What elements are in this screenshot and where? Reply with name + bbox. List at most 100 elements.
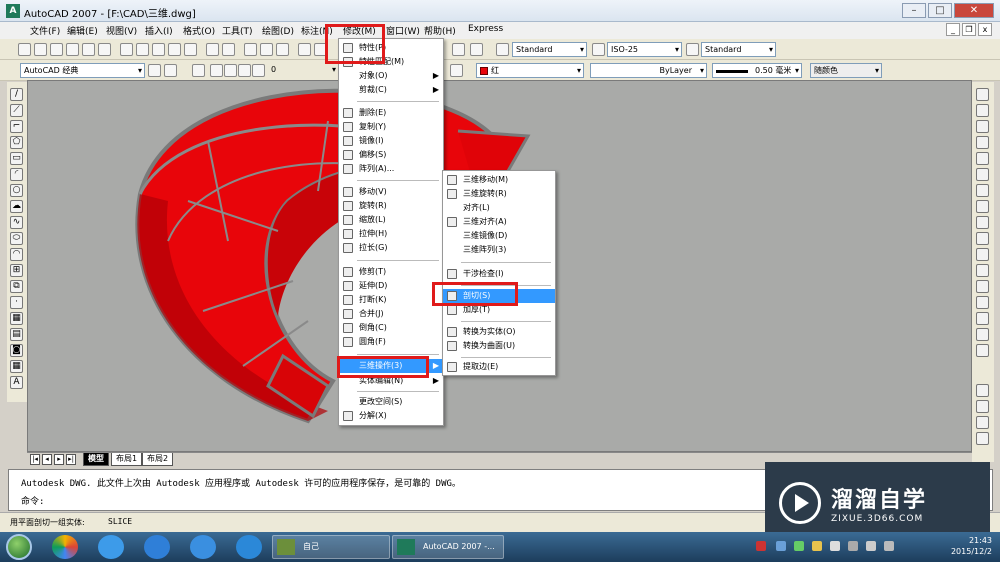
menu-item-convert-to-surface[interactable]: 转换为曲面(U)	[443, 339, 555, 353]
layer-select[interactable]: 0	[268, 63, 338, 78]
menu-view[interactable]: 视图(V)	[106, 24, 137, 37]
minimize-button[interactable]: –	[902, 3, 926, 18]
line-icon[interactable]: /	[10, 88, 23, 101]
layer-manager-icon[interactable]	[192, 64, 205, 77]
erase-icon[interactable]	[976, 88, 989, 101]
tab-layout2[interactable]: 布局2	[142, 453, 174, 466]
menu-item-3d-rotate[interactable]: 三维旋转(R)	[443, 187, 555, 201]
match-properties-icon[interactable]	[168, 43, 181, 56]
dim-style-select[interactable]: ISO-25	[607, 42, 682, 57]
zoom-realtime-icon[interactable]	[260, 43, 273, 56]
menu-item-offset[interactable]: 偏移(S)	[339, 148, 443, 162]
offset-icon[interactable]	[976, 136, 989, 149]
doc-restore-icon[interactable]: ❐	[962, 23, 976, 36]
workspace-select[interactable]: AutoCAD 经典	[20, 63, 145, 78]
copy-icon[interactable]	[136, 43, 149, 56]
construction-line-icon[interactable]: ⟋	[10, 104, 23, 117]
menu-item-extract-edges[interactable]: 提取边(E)	[443, 360, 555, 374]
help-icon[interactable]	[470, 43, 483, 56]
menu-item-stretch[interactable]: 拉伸(H)	[339, 227, 443, 241]
menu-item-lengthen[interactable]: 拉长(G)	[339, 241, 443, 255]
autocad-app-icon[interactable]: A	[6, 4, 20, 18]
bring-to-front-icon[interactable]	[976, 400, 989, 413]
tray-battery-icon[interactable]	[884, 541, 894, 551]
menu-item-rotate[interactable]: 旋转(R)	[339, 199, 443, 213]
video-player-icon[interactable]	[236, 535, 262, 559]
menu-item-interference[interactable]: 干涉检查(I)	[443, 267, 555, 281]
circle-icon[interactable]: ○	[10, 184, 23, 197]
ellipse-icon[interactable]: ⬭	[10, 232, 23, 245]
region-icon[interactable]: ◙	[10, 344, 23, 357]
ellipse-arc-icon[interactable]: ◠	[10, 248, 23, 261]
tray-flag-icon[interactable]	[866, 541, 876, 551]
menu-item-array[interactable]: 阵列(A)...	[339, 162, 443, 176]
tray-network-icon[interactable]	[794, 541, 804, 551]
gradient-icon[interactable]: ▤	[10, 328, 23, 341]
tray-app-icon[interactable]	[756, 541, 766, 551]
menu-item-mirror[interactable]: 镜像(I)	[339, 134, 443, 148]
insert-block-icon[interactable]: ⊞	[10, 264, 23, 277]
doc-close-icon[interactable]: x	[978, 23, 992, 36]
bring-above-icon[interactable]	[976, 432, 989, 445]
move-icon[interactable]	[976, 168, 989, 181]
draw-order-icon[interactable]	[976, 384, 989, 397]
mirror-icon[interactable]	[976, 120, 989, 133]
break-at-point-icon[interactable]	[976, 264, 989, 277]
menu-tools[interactable]: 工具(T)	[222, 24, 253, 37]
revision-cloud-icon[interactable]: ☁	[10, 200, 23, 213]
tab-model[interactable]: 模型	[83, 453, 109, 466]
tray-folder-icon[interactable]	[812, 541, 822, 551]
menu-item-copy[interactable]: 复制(Y)	[339, 120, 443, 134]
workspace-save-icon[interactable]	[164, 64, 177, 77]
chamfer-icon[interactable]	[976, 312, 989, 325]
maximize-button[interactable]: □	[928, 3, 952, 18]
plotstyle-select[interactable]: 随颜色	[810, 63, 882, 78]
arc-icon[interactable]: ◜	[10, 168, 23, 181]
tab-last-icon[interactable]: ▸|	[66, 454, 76, 465]
redo-icon[interactable]	[222, 43, 235, 56]
menu-item-convert-to-solid[interactable]: 转换为实体(O)	[443, 325, 555, 339]
menu-item-break[interactable]: 打断(K)	[339, 293, 443, 307]
stretch-icon[interactable]	[976, 216, 989, 229]
menu-item-chamfer[interactable]: 倒角(C)	[339, 321, 443, 335]
menu-item-trim[interactable]: 修剪(T)	[339, 265, 443, 279]
taskbar-button-folder[interactable]: 自己	[272, 535, 390, 559]
menu-item-clip[interactable]: 剪裁(C) ▶	[339, 83, 443, 97]
copy-object-icon[interactable]	[976, 104, 989, 117]
command-prompt[interactable]: 命令:	[21, 494, 44, 507]
tab-prev-icon[interactable]: ◂	[42, 454, 52, 465]
new-icon[interactable]	[18, 43, 31, 56]
multiline-text-icon[interactable]: A	[10, 376, 23, 389]
calculator-icon[interactable]	[452, 43, 465, 56]
menu-item-3d-array[interactable]: 三维阵列(3)	[443, 243, 555, 257]
point-icon[interactable]: ·	[10, 296, 23, 309]
zoom-window-icon[interactable]	[276, 43, 289, 56]
menu-item-scale[interactable]: 缩放(L)	[339, 213, 443, 227]
menu-draw[interactable]: 绘图(D)	[262, 24, 294, 37]
menu-item-fillet[interactable]: 圆角(F)	[339, 335, 443, 349]
table-icon[interactable]: ▦	[10, 360, 23, 373]
menu-express[interactable]: Express	[468, 24, 503, 34]
close-button[interactable]: ✕	[954, 3, 994, 18]
join-icon[interactable]	[976, 296, 989, 309]
menu-item-extend[interactable]: 延伸(D)	[339, 279, 443, 293]
menu-insert[interactable]: 插入(I)	[145, 24, 173, 37]
tab-next-icon[interactable]: ▸	[54, 454, 64, 465]
menu-item-move[interactable]: 移动(V)	[339, 185, 443, 199]
shield-icon[interactable]	[190, 535, 216, 559]
browser-icon[interactable]	[52, 535, 78, 559]
k-app-icon[interactable]	[144, 535, 170, 559]
pan-icon[interactable]	[244, 43, 257, 56]
doc-minimize-icon[interactable]: _	[946, 23, 960, 36]
publish-icon[interactable]	[98, 43, 111, 56]
make-block-icon[interactable]: ⧉	[10, 280, 23, 293]
taskbar-button-autocad[interactable]: AutoCAD 2007 -...	[392, 535, 504, 559]
menu-window[interactable]: 窗口(W)	[386, 24, 420, 37]
menu-item-3d-move[interactable]: 三维移动(M)	[443, 173, 555, 187]
text-style-select[interactable]: Standard	[512, 42, 587, 57]
menu-edit[interactable]: 编辑(E)	[67, 24, 98, 37]
menu-item-erase[interactable]: 删除(E)	[339, 106, 443, 120]
polygon-icon[interactable]: ⬠	[10, 136, 23, 149]
send-to-back-icon[interactable]	[976, 416, 989, 429]
menu-item-3d-align[interactable]: 三维对齐(A)	[443, 215, 555, 229]
